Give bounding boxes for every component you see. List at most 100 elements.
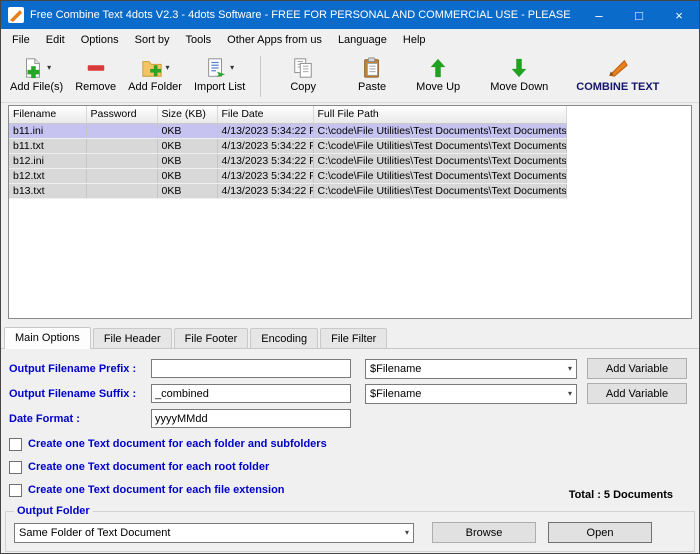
menu-item-options[interactable]: Options <box>73 31 127 49</box>
table-row[interactable]: b11.ini 0KB4/13/2023 5:34:22 PMC:\code\Fi… <box>9 123 567 139</box>
table-cell <box>86 123 158 139</box>
menu-item-help[interactable]: Help <box>395 31 434 49</box>
chevron-down-icon: ▾ <box>567 364 572 373</box>
table-cell <box>86 153 158 169</box>
move-down-button[interactable]: Move Down <box>485 53 553 100</box>
move-up-button[interactable]: Move Up <box>411 53 465 100</box>
file-table: Filename Password Size (KB) File Date Full F… <box>9 106 567 199</box>
dropdown-arrow-icon[interactable]: ▾ <box>166 63 170 72</box>
prefix-input[interactable] <box>151 359 351 378</box>
toolbar-button-icon-area <box>85 55 107 80</box>
table-row[interactable]: b13.txt 0KB4/13/2023 5:34:22 PMC:\code\Fi… <box>9 183 567 199</box>
toolbar-button-label: Paste <box>358 81 387 93</box>
date-format-input[interactable] <box>151 409 351 428</box>
column-header-full-file-path[interactable]: Full File Path <box>313 106 567 124</box>
add-folder-icon <box>141 57 163 79</box>
column-header-file-date[interactable]: File Date <box>217 106 314 124</box>
window-title: Free Combine Text 4dots V2.3 - 4dots Sof… <box>30 9 573 21</box>
suffix-label: Output Filename Suffix : <box>9 387 137 400</box>
tab-main-options[interactable]: Main Options <box>4 327 91 349</box>
tab-file-header[interactable]: File Header <box>92 328 172 348</box>
combine-text-button[interactable]: COMBINE TEXT <box>571 53 664 100</box>
toolbar-button-label: Import List <box>193 81 246 93</box>
chevron-down-icon: ▾ <box>404 528 409 537</box>
tab-encoding[interactable]: Encoding <box>250 328 319 348</box>
table-cell: C:\code\File Utilities\Test Documents\Te… <box>313 153 567 169</box>
toolbar-button-label: Copy <box>290 81 317 93</box>
add-folder-button[interactable]: ▾ Add Folder <box>123 53 187 100</box>
import-list-button[interactable]: ▾ Import List <box>189 53 250 100</box>
menu-item-file[interactable]: File <box>4 31 38 49</box>
output-folder-group: Output Folder Same Folder of Text Docume… <box>5 505 695 552</box>
date-format-row: Date Format : <box>9 408 691 429</box>
file-list[interactable]: Filename Password Size (KB) File Date Full F… <box>8 105 692 319</box>
column-header-filename[interactable]: Filename <box>9 106 87 124</box>
menu-item-tools[interactable]: Tools <box>177 31 219 49</box>
dropdown-arrow-icon[interactable]: ▾ <box>47 63 51 72</box>
toolbar-button-label: Move Up <box>416 81 461 93</box>
table-cell: 0KB <box>157 183 218 199</box>
table-cell <box>86 168 158 184</box>
table-row[interactable]: b11.txt 0KB4/13/2023 5:34:22 PMC:\code\Fi… <box>9 138 567 154</box>
total-documents: Total : 5 Documents <box>568 489 673 501</box>
table-cell: 4/13/2023 5:34:22 PM <box>217 153 314 169</box>
combo-value: Same Folder of Text Document <box>19 526 171 539</box>
output-folder-legend: Output Folder <box>17 505 90 517</box>
column-header-password[interactable]: Password <box>86 106 158 124</box>
table-cell: C:\code\File Utilities\Test Documents\Te… <box>313 183 567 199</box>
menu-item-sort-by[interactable]: Sort by <box>127 31 178 49</box>
checkbox[interactable] <box>9 437 22 451</box>
table-cell: 4/13/2023 5:34:22 PM <box>217 183 314 199</box>
toolbar-button-icon-area: ▾ <box>141 55 170 80</box>
toolbar-button-label: Remove <box>75 81 117 93</box>
checkbox[interactable] <box>9 483 22 497</box>
add-file-s-button[interactable]: ▾ Add File(s) <box>5 53 68 100</box>
menu-item-language[interactable]: Language <box>330 31 395 49</box>
prefix-variable-select[interactable]: $Filename ▾ <box>365 358 577 379</box>
close-button[interactable]: × <box>659 1 699 29</box>
suffix-input[interactable] <box>151 384 351 403</box>
date-format-label: Date Format : <box>9 412 80 425</box>
remove-button[interactable]: Remove <box>70 53 121 100</box>
prefix-label: Output Filename Prefix : <box>9 362 137 375</box>
checkbox[interactable] <box>9 460 22 474</box>
toolbar-button-label: Move Down <box>490 81 549 93</box>
table-cell: 4/13/2023 5:34:22 PM <box>217 123 314 139</box>
toolbar-button-label: Add Folder <box>128 81 182 93</box>
table-cell: 0KB <box>157 138 218 154</box>
table-cell: C:\code\File Utilities\Test Documents\Te… <box>313 123 567 139</box>
add-variable-button-suffix[interactable]: Add Variable <box>587 383 687 404</box>
table-cell: C:\code\File Utilities\Test Documents\Te… <box>313 138 567 154</box>
column-header-size-kb[interactable]: Size (KB) <box>157 106 218 124</box>
tab-file-footer[interactable]: File Footer <box>173 328 249 348</box>
checkbox-label: Create one Text document for each file e… <box>28 484 285 496</box>
combo-value: $Filename <box>370 362 422 375</box>
move-up-icon <box>427 57 449 79</box>
dropdown-arrow-icon[interactable]: ▾ <box>230 63 234 72</box>
suffix-variable-select[interactable]: $Filename ▾ <box>365 383 577 404</box>
paste-icon <box>361 56 383 79</box>
open-button[interactable]: Open <box>548 522 652 543</box>
table-cell: 4/13/2023 5:34:22 PM <box>217 138 314 154</box>
copy-button[interactable]: Copy <box>285 53 321 100</box>
toolbar-button-icon-area: ▾ <box>205 55 234 80</box>
table-row[interactable]: b12.txt 0KB4/13/2023 5:34:22 PMC:\code\Fi… <box>9 168 567 184</box>
menu-item-other-apps-from-us[interactable]: Other Apps from us <box>219 31 330 49</box>
menu-bar: File Edit Options Sort by Tools Other Apps fr… <box>1 29 699 51</box>
maximize-button[interactable]: □ <box>619 1 659 29</box>
checkbox-row-create-one-text-document-for-each-root-f[interactable]: Create one Text document for each root f… <box>9 459 691 475</box>
main-options-panel: Output Filename Prefix : $Filename ▾ Add… <box>1 349 699 553</box>
suffix-row: Output Filename Suffix : $Filename ▾ Add… <box>9 383 691 404</box>
paste-button[interactable]: Paste <box>353 53 391 100</box>
minimize-button[interactable]: – <box>579 1 619 29</box>
table-row[interactable]: b12.ini 0KB4/13/2023 5:34:22 PMC:\code\Fi… <box>9 153 567 169</box>
browse-button[interactable]: Browse <box>432 522 536 543</box>
window-controls: – □ × <box>579 1 699 29</box>
output-folder-select[interactable]: Same Folder of Text Document ▾ <box>14 522 414 543</box>
menu-item-edit[interactable]: Edit <box>38 31 73 49</box>
toolbar: ▾ Add File(s) Remove ▾ Add Folder ▾ Import Lis… <box>1 51 699 103</box>
checkbox-row-create-one-text-document-for-each-folder[interactable]: Create one Text document for each folder… <box>9 436 691 452</box>
add-variable-button-prefix[interactable]: Add Variable <box>587 358 687 379</box>
tab-file-filter[interactable]: File Filter <box>320 328 388 348</box>
checkbox-label: Create one Text document for each folder… <box>28 438 327 450</box>
